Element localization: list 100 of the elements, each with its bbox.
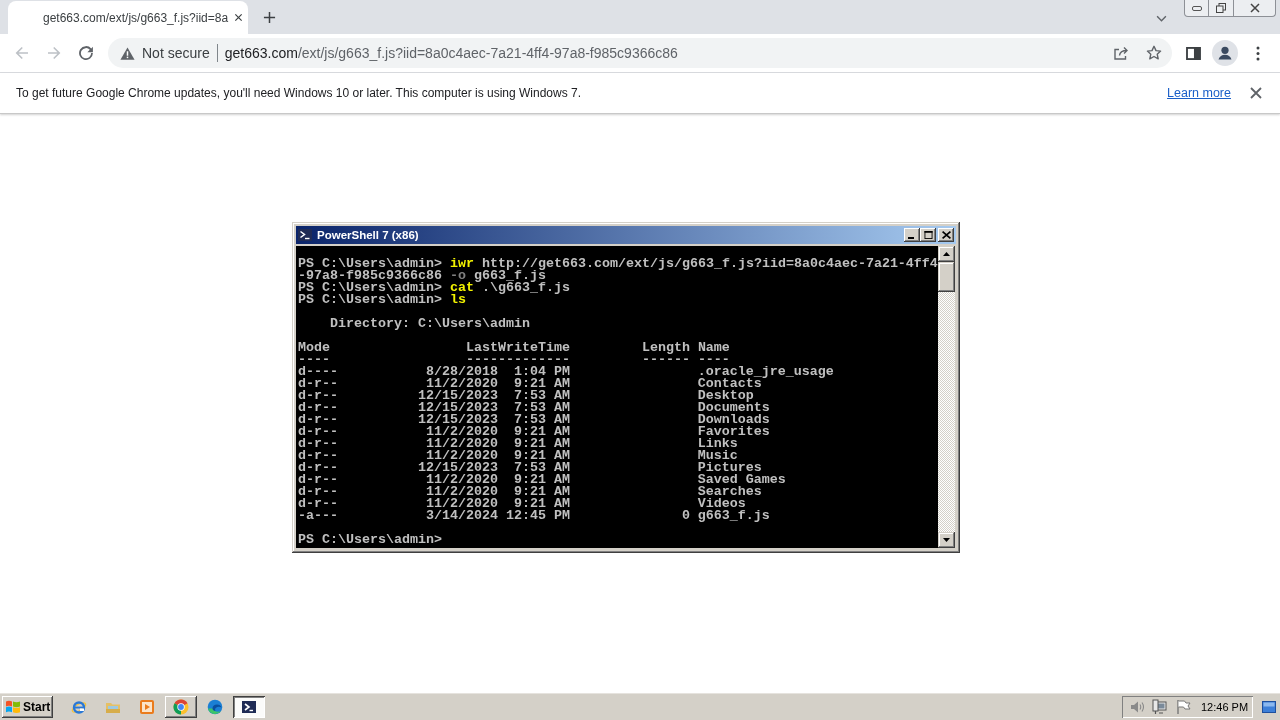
- column-header: LastWriteTime: [465, 342, 570, 354]
- minimize-button[interactable]: [904, 228, 920, 242]
- column-header: Mode: [298, 342, 330, 354]
- command-line: PS C:\Users\admin> ls: [298, 294, 466, 306]
- time-cell: 9:21 AM: [513, 450, 570, 462]
- mode-cell: d----: [298, 366, 338, 378]
- chevron-down-icon[interactable]: [1156, 14, 1167, 22]
- new-tab-icon[interactable]: [263, 10, 276, 24]
- minimize-icon: [1191, 5, 1202, 11]
- mode-cell: d-r--: [298, 486, 338, 498]
- command-line: -97a8-f985c9366c86 -o g663_f.js: [298, 270, 546, 282]
- mode-cell: d-r--: [298, 450, 338, 462]
- scroll-up-button[interactable]: [938, 246, 955, 262]
- time-cell: 7:53 AM: [513, 390, 570, 402]
- name-cell: Music: [697, 450, 738, 462]
- close-icon[interactable]: [234, 13, 244, 22]
- time-cell: 9:21 AM: [513, 438, 570, 450]
- time-cell: 9:21 AM: [513, 486, 570, 498]
- window-title: PowerShell 7 (x86): [317, 229, 419, 241]
- mode-cell: d-r--: [298, 462, 338, 474]
- header-underline: ----: [697, 354, 730, 366]
- header-underline: ----: [298, 354, 330, 366]
- scroll-thumb[interactable]: [938, 262, 955, 292]
- date-cell: 11/2/2020: [425, 474, 498, 486]
- command-line: PS C:\Users\admin> iwr http://get663.com/ext/js/g663_f.js?iid=8a0c4aec-7a21-4ff4: [298, 258, 938, 270]
- time-cell: 9:21 AM: [513, 498, 570, 510]
- side-panel-icon[interactable]: [1186, 46, 1201, 60]
- up-arrow-icon: [943, 252, 950, 256]
- maximize-button[interactable]: [920, 228, 936, 242]
- mode-cell: d-r--: [298, 426, 338, 438]
- name-cell: Searches: [697, 486, 762, 498]
- command-line: PS C:\Users\admin>: [298, 534, 442, 546]
- time-cell: 7:53 AM: [513, 414, 570, 426]
- name-cell: Contacts: [697, 378, 762, 390]
- date-cell: 12/15/2023: [417, 402, 498, 414]
- header-underline: -------------: [465, 354, 570, 366]
- flag-icon[interactable]: [1175, 698, 1191, 715]
- menu-icon[interactable]: [1256, 45, 1260, 61]
- close-icon: [941, 231, 951, 239]
- header-underline: ------: [641, 354, 690, 366]
- name-cell: g663_f.js: [697, 510, 770, 522]
- mode-cell: d-r--: [298, 498, 338, 510]
- maximize-icon: [923, 231, 933, 239]
- date-cell: 12/15/2023: [417, 462, 498, 474]
- close-icon: [1249, 3, 1260, 13]
- network-icon[interactable]: [1152, 698, 1168, 715]
- down-arrow-icon: [943, 538, 950, 542]
- address-bar[interactable]: Not secure get663.com/ext/js/g663_f.js?iid=8a0c4aec-7a21-4ff4-97a8-f985c9366c86: [108, 38, 1172, 68]
- name-cell: Desktop: [697, 390, 754, 402]
- profile-avatar-icon[interactable]: [1212, 40, 1238, 66]
- mode-cell: d-r--: [298, 390, 338, 402]
- time-cell: 9:21 AM: [513, 426, 570, 438]
- scrollbar[interactable]: [938, 246, 955, 548]
- name-cell: .oracle_jre_usage: [697, 366, 834, 378]
- column-header: Name: [697, 342, 730, 354]
- warning-icon[interactable]: [120, 46, 135, 60]
- taskbar-button[interactable]: [233, 695, 265, 718]
- time-cell: 7:53 AM: [513, 462, 570, 474]
- play-tile-icon: [139, 698, 155, 715]
- terminal-icon: [298, 229, 312, 241]
- time-cell: 9:21 AM: [513, 474, 570, 486]
- time-cell: 7:53 AM: [513, 402, 570, 414]
- browser-tab[interactable]: get663.com/ext/js/g663_f.js?iid=8a: [8, 1, 248, 34]
- infobar-message: To get future Google Chrome updates, you'll need Windows 10 or later. This computer is using Windows 7.: [16, 86, 582, 100]
- date-cell: 11/2/2020: [425, 498, 498, 510]
- column-header: Length: [641, 342, 690, 354]
- date-cell: 12/15/2023: [417, 414, 498, 426]
- date-cell: 11/2/2020: [425, 426, 498, 438]
- time-cell: 1:04 PM: [513, 366, 570, 378]
- name-cell: Links: [697, 438, 738, 450]
- share-icon[interactable]: [1113, 45, 1129, 61]
- security-label[interactable]: Not secure: [142, 45, 210, 61]
- close-icon[interactable]: [1250, 87, 1262, 99]
- close-button[interactable]: [1234, 0, 1276, 17]
- taskbar-button[interactable]: [165, 695, 197, 718]
- mode-cell: -a---: [298, 510, 338, 522]
- length-cell: 0: [681, 510, 690, 522]
- url-text[interactable]: get663.com/ext/js/g663_f.js?iid=8a0c4aec-7a21-4ff4-97a8-f985c9366c86: [224, 45, 678, 61]
- start-button[interactable]: Start: [2, 695, 53, 718]
- minimize-button[interactable]: [1184, 0, 1209, 17]
- time-cell: 12:45 PM: [505, 510, 570, 522]
- flag-logo-icon: [5, 699, 21, 714]
- star-icon[interactable]: [1146, 45, 1162, 61]
- restore-button[interactable]: [1209, 0, 1234, 17]
- mode-cell: d-r--: [298, 402, 338, 414]
- date-cell: 11/2/2020: [425, 450, 498, 462]
- terminal-icon: [241, 698, 257, 715]
- name-cell: Saved Games: [697, 474, 786, 486]
- clock[interactable]: 12:46 PM: [1201, 700, 1249, 713]
- reload-icon[interactable]: [78, 45, 94, 61]
- name-cell: Favorites: [697, 426, 770, 438]
- scroll-down-button[interactable]: [938, 532, 955, 548]
- name-cell: Downloads: [697, 414, 770, 426]
- show-desktop-icon[interactable]: [1262, 700, 1276, 713]
- learn-more-link[interactable]: Learn more: [1167, 86, 1231, 100]
- date-cell: 11/2/2020: [425, 378, 498, 390]
- tricolor-circle-icon: [173, 698, 189, 715]
- close-button[interactable]: [938, 228, 954, 242]
- date-cell: 11/2/2020: [425, 486, 498, 498]
- mode-cell: d-r--: [298, 438, 338, 450]
